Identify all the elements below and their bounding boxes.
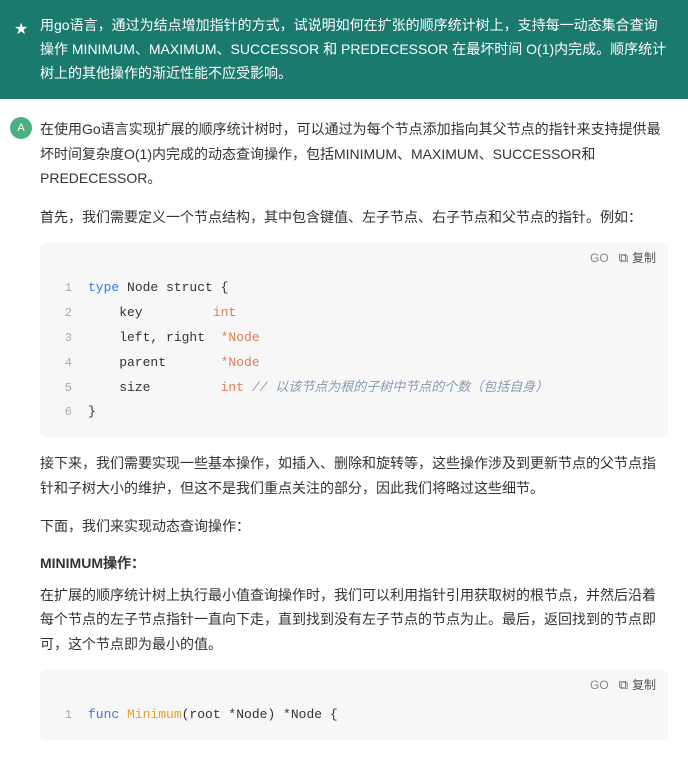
avatar: A <box>10 117 32 139</box>
code-line: 6 } <box>40 400 668 425</box>
code-text: func Minimum(root *Node) *Node { <box>88 705 338 726</box>
line-num: 2 <box>52 304 72 323</box>
line-num: 3 <box>52 329 72 348</box>
code-body-1: 1 type Node struct { 2 key int 3 left, r… <box>40 272 668 437</box>
code-line: 5 size int // 以该节点为根的子树中节点的个数（包括自身） <box>40 376 668 401</box>
code-block-2: GO ⧉ 复制 1 func Minimum(root *Node) *Node… <box>40 670 668 740</box>
copy-label-2: 复制 <box>632 676 656 693</box>
minimum-text: 在扩展的顺序统计树上执行最小值查询操作时，我们可以利用指针引用获取树的根节点，并… <box>40 583 668 657</box>
line-num: 1 <box>52 706 72 725</box>
banner-text: 用go语言，通过为结点增加指针的方式，试说明如何在扩张的顺序统计树上，支持每一动… <box>40 17 666 81</box>
line-num: 1 <box>52 279 72 298</box>
intro-paragraph: 在使用Go语言实现扩展的顺序统计树时，可以通过为每个节点添加指向其父节点的指针来… <box>40 117 668 191</box>
line-num: 6 <box>52 403 72 422</box>
code-line: 1 type Node struct { <box>40 276 668 301</box>
copy-button-2[interactable]: ⧉ 复制 <box>619 676 656 693</box>
content-area: A 在使用Go语言实现扩展的顺序统计树时，可以通过为每个节点添加指向其父节点的指… <box>0 99 688 758</box>
code-block-1: GO ⧉ 复制 1 type Node struct { 2 key int 3… <box>40 243 668 437</box>
code-line: 2 key int <box>40 301 668 326</box>
code-text: key int <box>88 303 236 324</box>
code-header-2: GO ⧉ 复制 <box>40 670 668 699</box>
line-num: 4 <box>52 354 72 373</box>
minimum-title: MINIMUM操作： <box>40 553 668 573</box>
step3-paragraph: 下面，我们来实现动态查询操作： <box>40 514 668 539</box>
copy-label-1: 复制 <box>632 249 656 266</box>
code-lang-1: GO <box>590 251 609 265</box>
code-body-2: 1 func Minimum(root *Node) *Node { <box>40 699 668 740</box>
code-text: parent *Node <box>88 353 260 374</box>
code-line: 3 left, right *Node <box>40 326 668 351</box>
copy-icon-1: ⧉ <box>619 250 628 266</box>
line-num: 5 <box>52 379 72 398</box>
code-text: size int // 以该节点为根的子树中节点的个数（包括自身） <box>88 378 548 399</box>
step2-paragraph: 接下来，我们需要实现一些基本操作，如插入、删除和旋转等，这些操作涉及到更新节点的… <box>40 451 668 500</box>
code-text: } <box>88 402 96 423</box>
code-line: 4 parent *Node <box>40 351 668 376</box>
code-header-1: GO ⧉ 复制 <box>40 243 668 272</box>
code-lang-2: GO <box>590 678 609 692</box>
copy-button-1[interactable]: ⧉ 复制 <box>619 249 656 266</box>
step1-paragraph: 首先，我们需要定义一个节点结构，其中包含键值、左子节点、右子节点和父节点的指针。… <box>40 205 668 230</box>
top-banner: ★ 用go语言，通过为结点增加指针的方式，试说明如何在扩张的顺序统计树上，支持每… <box>0 0 688 99</box>
star-icon: ★ <box>14 16 28 43</box>
copy-icon-2: ⧉ <box>619 677 628 693</box>
code-line: 1 func Minimum(root *Node) *Node { <box>40 703 668 728</box>
code-text: left, right *Node <box>88 328 260 349</box>
code-text: type Node struct { <box>88 278 228 299</box>
